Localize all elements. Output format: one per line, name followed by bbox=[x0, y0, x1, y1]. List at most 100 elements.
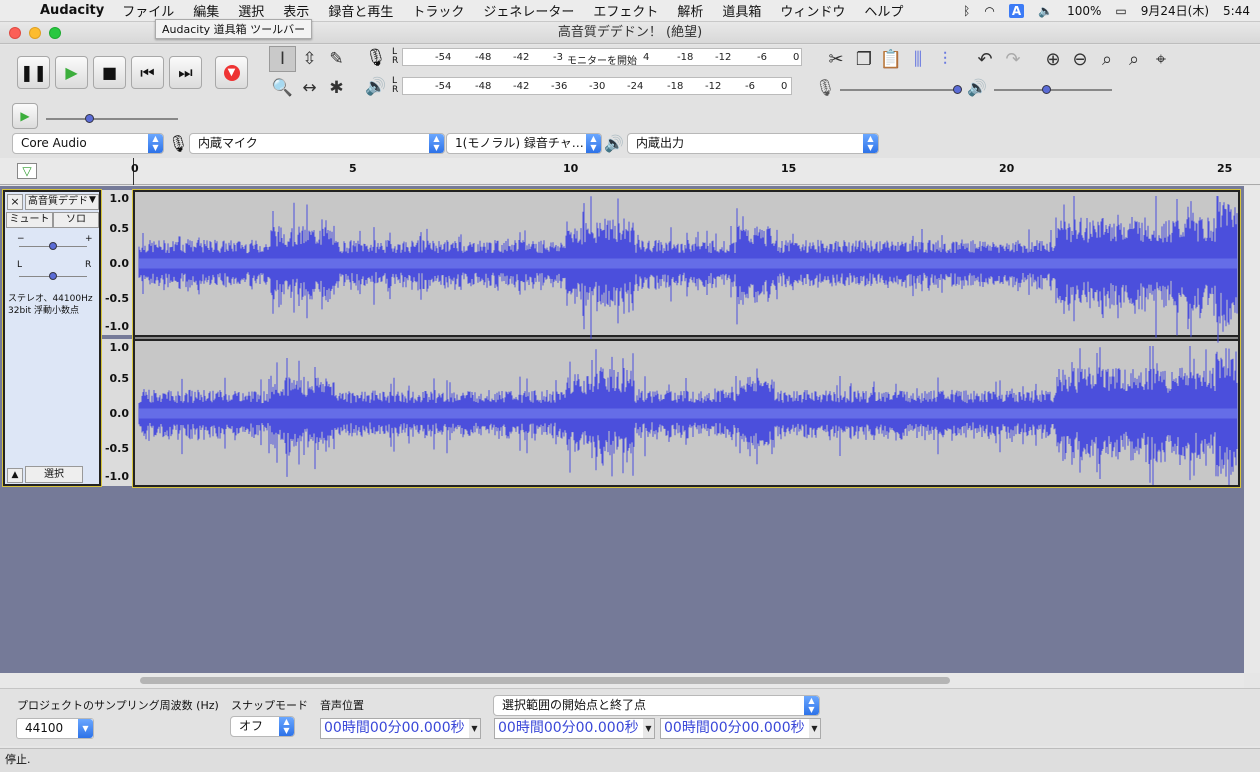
selection-mode-select[interactable]: 選択範囲の開始点と終了点 ▲ ▼ bbox=[493, 695, 820, 716]
zoom-window-button[interactable] bbox=[49, 27, 61, 39]
menu-effect[interactable]: エフェクト bbox=[593, 1, 658, 20]
draw-tool[interactable]: ✎ bbox=[323, 46, 350, 72]
app-menu[interactable]: Audacity bbox=[40, 3, 104, 18]
zoom-in-button[interactable]: ⊕ bbox=[1040, 46, 1066, 72]
menu-edit[interactable]: 編集 bbox=[193, 1, 219, 20]
zoom-out-icon: ⊖ bbox=[1072, 48, 1088, 70]
record-meter[interactable]: -54 -48 -42 -3 モニターを開始 4 -18 -12 -6 0 bbox=[402, 48, 802, 67]
solo-button[interactable]: ソロ bbox=[53, 212, 99, 228]
bluetooth-icon[interactable]: ᛒ bbox=[963, 4, 970, 18]
chevron-down-icon[interactable]: ▼ bbox=[809, 719, 820, 738]
fit-project-button[interactable]: ⌕ bbox=[1121, 46, 1147, 72]
track-control-panel[interactable]: × 高音質デデド ▼ ミュート ソロ − + L R ステレオ、44100Hz … bbox=[2, 189, 102, 487]
input-channels-select[interactable]: 1(モノラル) 録音チャ… ▲ ▼ bbox=[446, 133, 602, 154]
pan-right-label: R bbox=[85, 260, 92, 270]
menu-select[interactable]: 選択 bbox=[238, 1, 264, 20]
skip-to-start-button[interactable]: ⏮ bbox=[131, 56, 164, 89]
menu-transport[interactable]: 録音と再生 bbox=[328, 1, 393, 20]
chevron-updown-icon: ▲ ▼ bbox=[804, 696, 819, 715]
time-shift-tool[interactable]: ↔ bbox=[296, 75, 323, 101]
collapse-track-icon[interactable]: ▲ bbox=[7, 468, 23, 483]
pin-playhead-icon[interactable]: ▽ bbox=[17, 163, 37, 179]
horizontal-scroll-thumb[interactable] bbox=[140, 677, 950, 684]
output-device-select[interactable]: 内蔵出力 ▲ ▼ bbox=[627, 133, 879, 154]
play-speed-slider[interactable] bbox=[46, 118, 178, 120]
zoom-out-button[interactable]: ⊖ bbox=[1067, 46, 1093, 72]
menu-window[interactable]: ウィンドウ bbox=[780, 1, 845, 20]
pan-knob[interactable] bbox=[49, 272, 57, 280]
mute-button[interactable]: ミュート bbox=[6, 212, 53, 228]
menu-date[interactable]: 9月24日(木) bbox=[1141, 2, 1209, 19]
menu-tools[interactable]: 道具箱 bbox=[722, 1, 761, 20]
pause-button[interactable]: ❚❚ bbox=[17, 56, 50, 89]
envelope-tool[interactable]: ⇳ bbox=[296, 46, 323, 72]
close-track-icon[interactable]: × bbox=[7, 194, 23, 210]
volume-icon[interactable]: 🔈 bbox=[1038, 4, 1053, 18]
input-source-icon[interactable]: A bbox=[1008, 3, 1025, 18]
speaker-icon[interactable]: 🔊 bbox=[365, 77, 386, 97]
play-at-speed-button[interactable]: ▶ bbox=[12, 103, 38, 129]
play-speed-knob[interactable] bbox=[85, 114, 94, 123]
playback-meter[interactable]: -54 -48 -42 -36 -30 -24 -18 -12 -6 0 bbox=[402, 77, 792, 95]
gain-knob[interactable] bbox=[49, 242, 57, 250]
selection-end-field[interactable]: 00時間00分00.000秒 ▼ bbox=[660, 718, 821, 739]
snap-mode-select[interactable]: オフ ▲ ▼ bbox=[230, 716, 295, 737]
zoom-tool[interactable]: 🔍 bbox=[269, 75, 296, 101]
menu-view[interactable]: 表示 bbox=[283, 1, 309, 20]
vruler-label: 1.0 bbox=[109, 192, 130, 205]
wifi-icon[interactable]: ◠ bbox=[984, 4, 994, 18]
multi-tool[interactable]: ✱ bbox=[323, 75, 350, 101]
record-volume-slider[interactable] bbox=[840, 89, 958, 91]
record-button[interactable]: ▼ bbox=[215, 56, 248, 89]
silence-button[interactable]: ⫶ bbox=[932, 46, 958, 72]
selection-mode-value: 選択範囲の開始点と終了点 bbox=[502, 698, 647, 712]
timeline-ruler[interactable]: ▽ 0 5 10 15 20 25 bbox=[0, 158, 1260, 185]
select-track-button[interactable]: 選択 bbox=[25, 466, 83, 483]
playback-volume-icon: 🔊 bbox=[967, 78, 987, 97]
zoom-toggle-button[interactable]: ⌖ bbox=[1148, 46, 1174, 72]
selection-start-field[interactable]: 00時間00分00.000秒 ▼ bbox=[494, 718, 655, 739]
cut-button[interactable]: ✂ bbox=[823, 46, 849, 72]
stop-button[interactable]: ■ bbox=[93, 56, 126, 89]
selection-toolbar: プロジェクトのサンプリング周波数 (Hz) 44100 ▼ スナップモード オフ ▲… bbox=[0, 688, 1260, 746]
sample-rate-combo[interactable]: 44100 ▼ bbox=[16, 718, 94, 739]
selection-tool[interactable]: I bbox=[269, 46, 296, 72]
play-button[interactable]: ▶ bbox=[55, 56, 88, 89]
menu-analyze[interactable]: 解析 bbox=[677, 1, 703, 20]
vruler-label: -0.5 bbox=[104, 442, 129, 455]
vertical-scrollbar[interactable] bbox=[1244, 186, 1260, 673]
skip-to-end-button[interactable]: ⏭ bbox=[169, 56, 202, 89]
menu-tracks[interactable]: トラック bbox=[412, 1, 464, 20]
fit-selection-button[interactable]: ⌕ bbox=[1094, 46, 1120, 72]
chevron-updown-icon: ▲ ▼ bbox=[586, 134, 601, 153]
playback-volume-knob[interactable] bbox=[1042, 85, 1051, 94]
start-monitoring-label[interactable]: モニターを開始 bbox=[567, 52, 637, 67]
output-device-value: 内蔵出力 bbox=[636, 136, 685, 150]
trim-button[interactable]: ⫼ bbox=[905, 46, 931, 72]
window-title: 高音質デデドン！ (絶望) bbox=[557, 25, 703, 40]
audio-host-select[interactable]: Core Audio ▲ ▼ bbox=[12, 133, 164, 154]
playback-volume-slider[interactable] bbox=[994, 89, 1112, 91]
minimize-window-button[interactable] bbox=[29, 27, 41, 39]
battery-percent[interactable]: 100% bbox=[1067, 4, 1101, 18]
input-channels-value: 1(モノラル) 録音チャ… bbox=[455, 136, 584, 150]
copy-button[interactable]: ❐ bbox=[851, 46, 877, 72]
paste-button[interactable]: 📋 bbox=[878, 46, 904, 72]
menu-help[interactable]: ヘルプ bbox=[864, 1, 903, 20]
track-name-menu[interactable]: 高音質デデド bbox=[25, 194, 99, 210]
input-device-select[interactable]: 内蔵マイク ▲ ▼ bbox=[189, 133, 445, 154]
menu-clock[interactable]: 5:44 bbox=[1223, 4, 1250, 18]
waveform-display[interactable] bbox=[132, 189, 1241, 488]
record-volume-knob[interactable] bbox=[953, 85, 962, 94]
pan-left-label: L bbox=[17, 260, 23, 270]
redo-button[interactable]: ↷ bbox=[1000, 46, 1026, 72]
audio-position-field[interactable]: 00時間00分00.000秒 ▼ bbox=[320, 718, 481, 739]
menu-file[interactable]: ファイル bbox=[122, 1, 174, 20]
mic-icon[interactable]: 🎙 bbox=[365, 48, 387, 68]
chevron-down-icon[interactable]: ▼ bbox=[643, 719, 654, 738]
chevron-down-icon[interactable]: ▼ bbox=[469, 719, 480, 738]
menu-generate[interactable]: ジェネレーター bbox=[483, 1, 574, 20]
undo-button[interactable]: ↶ bbox=[972, 46, 998, 72]
close-window-button[interactable] bbox=[9, 27, 21, 39]
horizontal-scrollbar[interactable] bbox=[0, 673, 1244, 688]
